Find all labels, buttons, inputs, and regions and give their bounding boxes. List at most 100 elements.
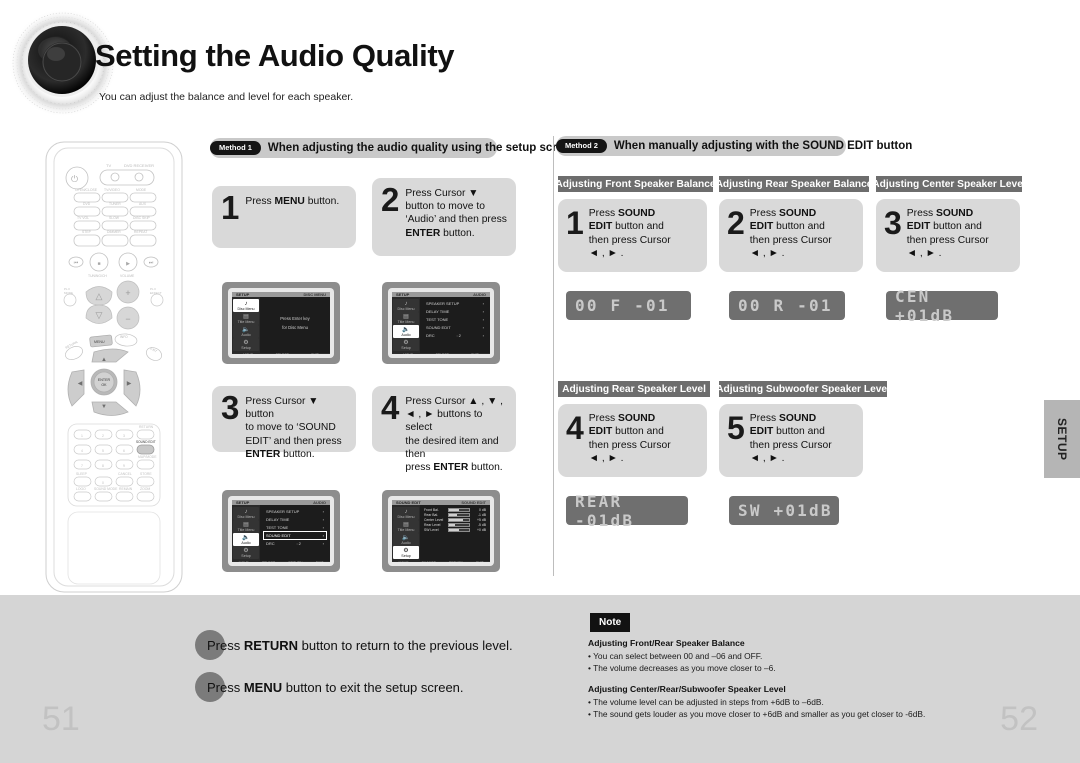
svg-text:▲: ▲ bbox=[101, 357, 107, 363]
svg-text:STEP: STEP bbox=[82, 230, 92, 234]
osd-side-item: ▤ Title Menu bbox=[233, 312, 259, 325]
method2-step-5: 5 Press SOUND EDIT button and then press C… bbox=[719, 404, 863, 477]
section-label-subwoofer-level: Adjusting Subwoofer Speaker Level bbox=[716, 381, 890, 397]
section-label-rear-balance: Adjusting Rear Speaker Balance bbox=[716, 176, 872, 192]
method1-step-2: 2 Press Cursor ▼ button to move to ‘Audio’… bbox=[372, 178, 516, 256]
level-bar bbox=[448, 518, 470, 522]
step-number: 1 bbox=[566, 205, 584, 241]
method2-step-2: 2 Press SOUND EDIT button and then press C… bbox=[719, 199, 863, 272]
osd-side-item: 🔈 Audio bbox=[233, 533, 259, 546]
section-label-center-level: Adjusting Center Speaker Level bbox=[872, 176, 1026, 192]
svg-text:1: 1 bbox=[81, 434, 83, 438]
osd-screen-2: SETUP AUDIO ♪ Disc Menu ▤ Title Menu 🔈 A… bbox=[382, 282, 500, 364]
osd-content: SETUP AUDIO ♪ Disc Menu ▤ Title Menu 🔈 A… bbox=[392, 292, 490, 354]
osd-side-item: ⚙ Setup bbox=[233, 546, 259, 559]
led-display-subwoofer-level: SW +01dB bbox=[729, 496, 839, 525]
method2-banner-text: When manually adjusting with the SOUND E… bbox=[613, 140, 913, 152]
osd-side-item: ♪ Disc Menu bbox=[233, 507, 259, 520]
step-number: 1 bbox=[221, 189, 239, 226]
svg-text:REMAIN: REMAIN bbox=[119, 487, 133, 491]
step-text: Press Cursor ▲ , ▼ , ◄ , ► buttons to sel… bbox=[405, 396, 503, 473]
svg-text:⏮: ⏮ bbox=[74, 260, 79, 266]
svg-text:AUX: AUX bbox=[139, 202, 147, 206]
page-title: Setting the Audio Quality bbox=[95, 38, 455, 73]
level-bar bbox=[448, 528, 470, 532]
page-number-right: 52 bbox=[1000, 700, 1038, 738]
level-bar bbox=[448, 523, 470, 527]
svg-text:ZOOM: ZOOM bbox=[140, 487, 150, 491]
method2-step-3: 3 Press SOUND EDIT button and then press C… bbox=[876, 199, 1020, 272]
step-number: 3 bbox=[884, 205, 902, 241]
osd-row: SOUND EDIT › bbox=[426, 324, 484, 330]
svg-text:SOUND EDIT: SOUND EDIT bbox=[136, 440, 156, 444]
bottom-instruction-menu: Press MENU button to exit the setup scre… bbox=[195, 672, 464, 702]
osd-side-item: 🔈 Audio bbox=[393, 325, 419, 338]
svg-text:REPEAT: REPEAT bbox=[134, 230, 147, 234]
svg-text:MAP/MODE: MAP/MODE bbox=[138, 455, 157, 459]
osd-screen-3: SETUP AUDIO ♪ Disc Menu ▤ Title Menu 🔈 A… bbox=[222, 490, 340, 572]
note-bullet: • You can select between 00 and –06 and … bbox=[588, 651, 763, 661]
osd-sidebar: ♪ Disc Menu ▤ Title Menu 🔈 Audio ⚙ Setup bbox=[392, 297, 420, 353]
method2-pill: Method 2 bbox=[556, 139, 607, 153]
step-number: 5 bbox=[727, 410, 745, 446]
step-text: Press Cursor ▼ button to move to ‘SOUND ED… bbox=[245, 396, 342, 460]
osd-row-selected: SOUND EDIT › bbox=[263, 530, 327, 541]
osd-row: DELAY TIME › bbox=[426, 309, 484, 315]
method1-banner-text: When adjusting the audio quality using t… bbox=[267, 142, 577, 154]
osd-sidebar: ♪ Disc Menu ▤ Title Menu 🔈 Audio ⚙ Setup bbox=[232, 505, 260, 561]
section-label-rear-level: Adjusting Rear Speaker Level bbox=[558, 381, 710, 397]
step-text: Press Cursor ▼ button to move to ‘Audio’ a… bbox=[405, 188, 507, 239]
svg-text:SLOW: SLOW bbox=[109, 216, 120, 220]
svg-text:▶: ▶ bbox=[126, 261, 130, 267]
svg-text:◀: ◀ bbox=[78, 381, 83, 387]
svg-text:8: 8 bbox=[102, 464, 104, 468]
osd-content: SETUP AUDIO ♪ Disc Menu ▤ Title Menu 🔈 A… bbox=[232, 500, 330, 562]
svg-text:VOLUME: VOLUME bbox=[120, 274, 135, 278]
note-badge: Note bbox=[590, 613, 631, 632]
step-number: 4 bbox=[566, 410, 584, 446]
osd-bar-row: SW Level +0 dB bbox=[424, 528, 486, 532]
osd-side-item: ▤ Title Menu bbox=[393, 520, 419, 533]
svg-text:STORE: STORE bbox=[140, 472, 152, 476]
step-number: 2 bbox=[727, 205, 745, 241]
section-label-front-balance: Adjusting Front Speaker Balance bbox=[555, 176, 716, 192]
step-text: Press SOUND EDIT button and then press Cur… bbox=[749, 413, 832, 465]
osd-side-item: 🔈 Audio bbox=[233, 325, 259, 338]
svg-text:▼: ▼ bbox=[101, 404, 107, 410]
method1-step-4: 4 Press Cursor ▲ , ▼ , ◄ , ► buttons to s… bbox=[372, 386, 516, 473]
note-bullet: • The volume level can be adjusted in st… bbox=[588, 697, 824, 707]
svg-text:DVD: DVD bbox=[83, 202, 91, 206]
osd-sidebar: ♪ Disc Menu ▤ Title Menu 🔈 Audio ⚙ Setup bbox=[392, 505, 420, 561]
osd-row: TEST TONE › bbox=[426, 316, 484, 322]
page-number-left: 51 bbox=[42, 700, 80, 738]
osd-row: DELAY TIME › bbox=[266, 517, 324, 523]
svg-text:SLEEP: SLEEP bbox=[76, 472, 88, 476]
osd-message: Press Enter key for Disc Menu bbox=[280, 316, 310, 331]
osd-footer: MOVE SELECT RETURN EXIT bbox=[232, 561, 330, 562]
svg-text:ENTER: ENTER bbox=[98, 378, 111, 382]
led-display-rear-level: REAR -01dB bbox=[566, 492, 688, 530]
osd-content: SOUND EDIT SOUND EDIT ♪ Disc Menu ▤ Titl… bbox=[392, 500, 490, 562]
svg-text:▶: ▶ bbox=[127, 381, 132, 387]
osd-screen-1: SETUP DISC MENU ♪ Disc Menu ▤ Title Menu bbox=[222, 282, 340, 364]
method2-step-4: 4 Press SOUND EDIT button and then press C… bbox=[558, 404, 707, 477]
svg-text:MENU: MENU bbox=[94, 340, 105, 344]
led-display-front-balance: 00 F -01 bbox=[566, 291, 691, 320]
svg-text:5: 5 bbox=[102, 449, 104, 453]
svg-text:TUNER: TUNER bbox=[109, 202, 121, 206]
setup-side-tab-label: SETUP bbox=[1055, 417, 1069, 461]
svg-text:⏭: ⏭ bbox=[149, 260, 154, 266]
step-text: Press MENU button. bbox=[245, 196, 340, 207]
svg-text:SOUND MODE: SOUND MODE bbox=[94, 487, 118, 491]
setup-side-tab[interactable]: SETUP bbox=[1044, 400, 1080, 478]
lower-grey-band bbox=[0, 595, 1080, 763]
manual-page-spread: Setting the Audio Quality You can adjust… bbox=[0, 0, 1080, 763]
osd-bar-row: Center Level +5 dB bbox=[424, 518, 486, 522]
svg-text:DVD RECEIVER: DVD RECEIVER bbox=[124, 163, 154, 168]
osd-footer: MOVE SELECT EXIT bbox=[232, 353, 330, 354]
method1-banner: Method 1 When adjusting the audio qualit… bbox=[210, 138, 577, 158]
svg-text:9: 9 bbox=[123, 464, 125, 468]
page-subtitle: You can adjust the balance and level for… bbox=[99, 91, 354, 103]
bottom-instruction-text: Press MENU button to exit the setup scre… bbox=[207, 679, 464, 695]
osd-side-item: ♪ Disc Menu bbox=[393, 299, 419, 312]
